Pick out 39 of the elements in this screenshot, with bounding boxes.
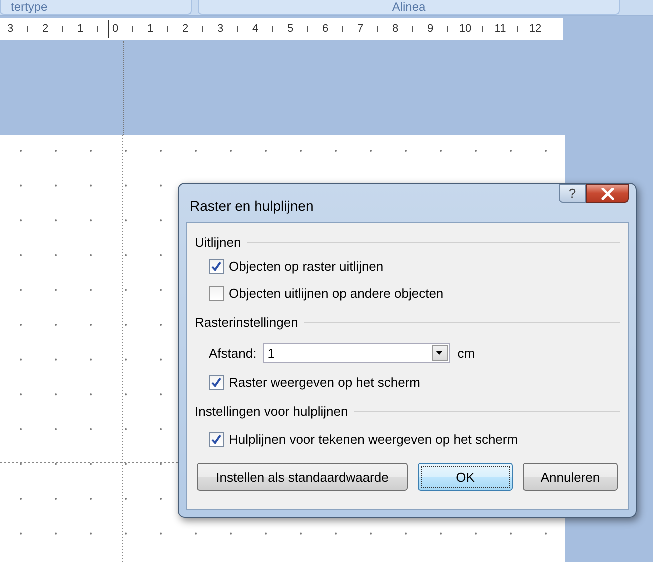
ruler-number: 1 xyxy=(146,22,155,34)
dialog-button[interactable]: Instellen als standaardwaarde xyxy=(197,463,408,491)
ruler-number: 2 xyxy=(41,22,50,34)
dialog-title: Raster en hulplijnen xyxy=(189,198,314,214)
spacing-dropdown[interactable]: 1 xyxy=(262,343,450,363)
ruler-number: 10 xyxy=(459,22,472,34)
ribbon-group-label: Alinea xyxy=(198,0,620,15)
ruler-number: 1 xyxy=(76,22,85,34)
field-label: Afstand: xyxy=(209,346,257,360)
checkbox-label[interactable]: Hulplijnen voor tekenen weergeven op het scherm xyxy=(229,432,518,447)
ruler-number: 2 xyxy=(181,22,190,34)
ruler-number: 9 xyxy=(426,22,435,34)
section-title: Uitlijnen xyxy=(195,234,242,250)
checkbox-label[interactable]: Raster weergeven op het scherm xyxy=(229,375,420,390)
checkbox-label[interactable]: Objecten op raster uitlijnen xyxy=(229,259,384,274)
ruler-number: 7 xyxy=(356,22,365,34)
ruler-number: 6 xyxy=(321,22,330,34)
ruler-number: 4 xyxy=(251,22,260,34)
checkbox[interactable] xyxy=(209,432,224,447)
close-button[interactable] xyxy=(586,184,629,203)
close-icon xyxy=(600,188,614,200)
ruler-number: 12 xyxy=(529,22,542,34)
checkbox[interactable] xyxy=(209,375,224,390)
ruler-number: 5 xyxy=(286,22,295,34)
dialog-button[interactable]: Annuleren xyxy=(523,463,618,491)
checkbox-label[interactable]: Objecten uitlijnen op andere objecten xyxy=(229,286,444,301)
dialog-button[interactable]: OK xyxy=(418,463,513,491)
ruler-number: 11 xyxy=(494,22,507,34)
help-button[interactable]: ? xyxy=(559,184,586,203)
section-title: Rasterinstellingen xyxy=(195,314,298,330)
section-title: Instellingen voor hulplijnen xyxy=(195,404,348,418)
ruler-number: 8 xyxy=(391,22,400,34)
checkbox[interactable] xyxy=(209,259,224,274)
ruler-number: 3 xyxy=(6,22,15,34)
ribbon-group-label: tertype xyxy=(0,0,192,15)
unit-label: cm xyxy=(458,346,476,360)
checkbox[interactable] xyxy=(209,286,224,301)
ruler-number: 0 xyxy=(111,22,120,34)
ruler-number: 3 xyxy=(216,22,225,34)
